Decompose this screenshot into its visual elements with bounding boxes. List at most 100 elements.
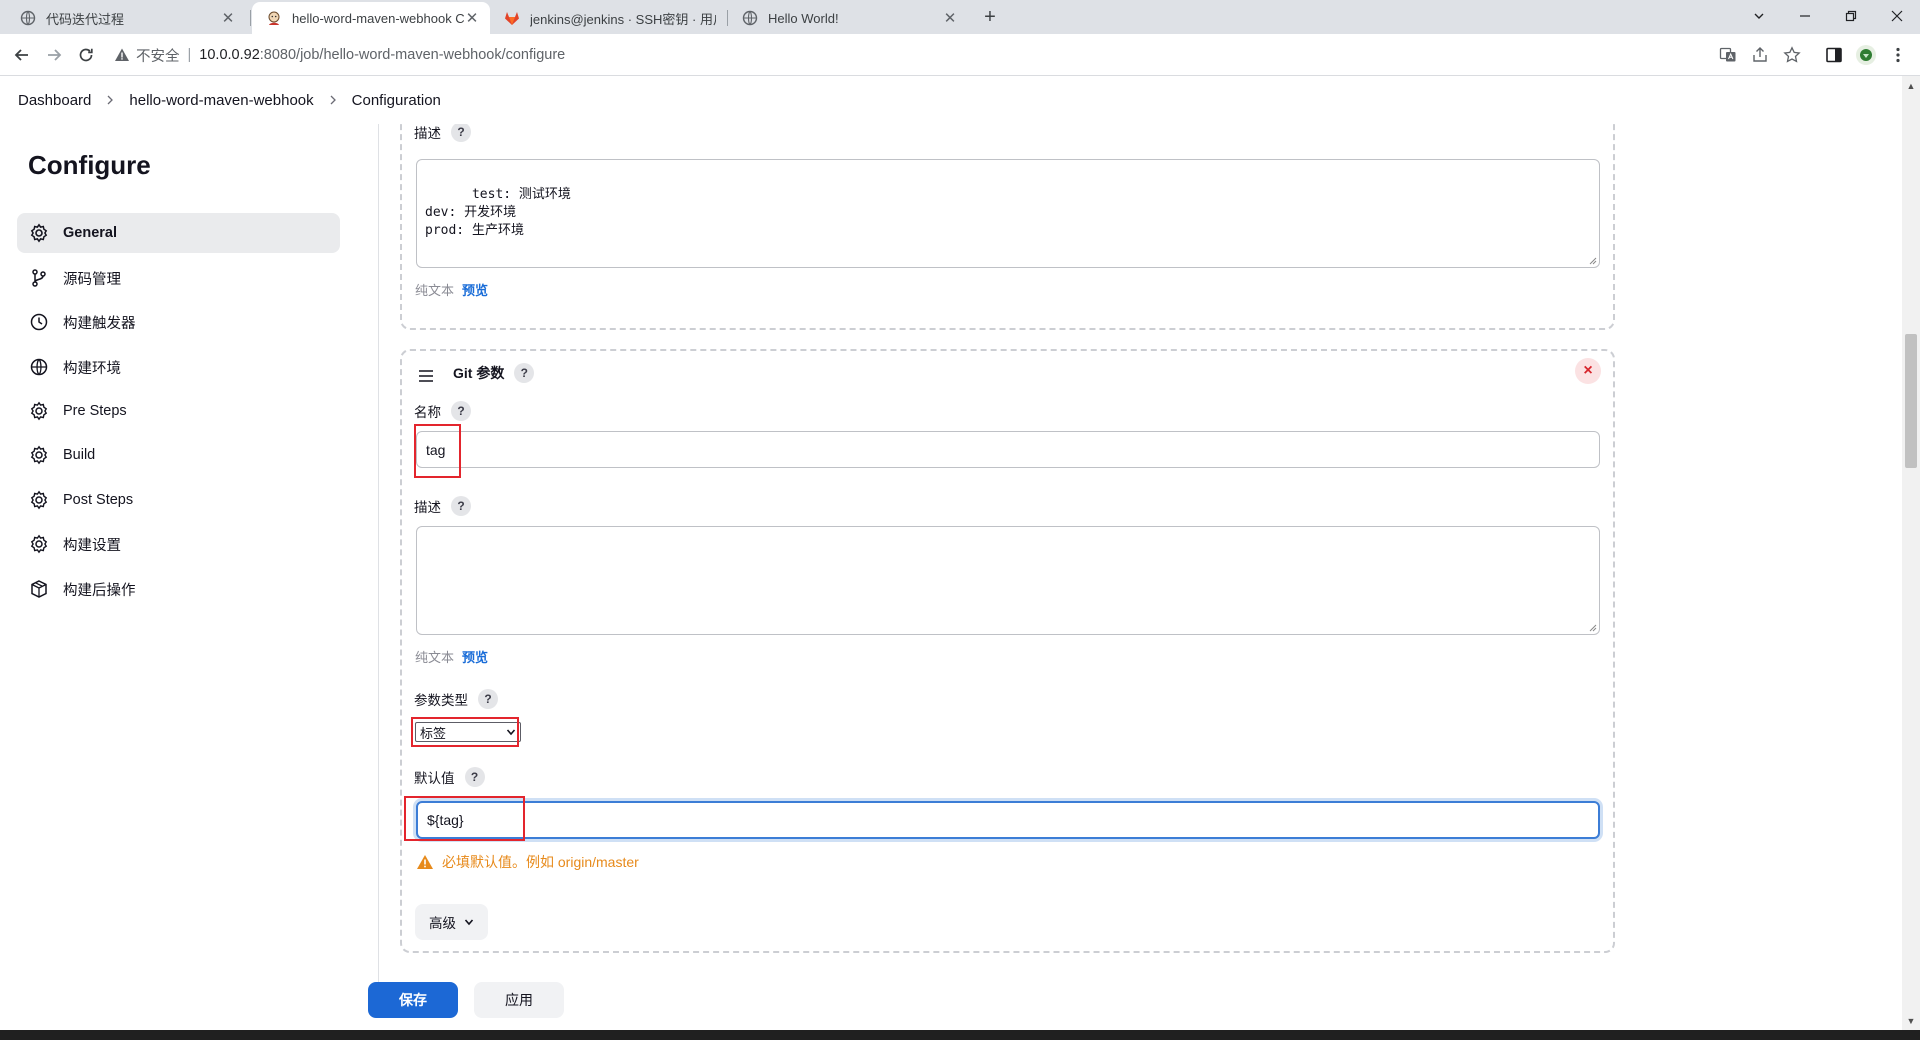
new-tab-button[interactable]: +	[976, 2, 1004, 32]
config-content: 描述 ? test: 测试环境 dev: 开发环境 prod: 生产环境 纯文本…	[379, 124, 1899, 1004]
side-panel-button[interactable]	[1822, 43, 1846, 67]
sidebar-item-label: 构建环境	[63, 360, 121, 377]
forward-button[interactable]	[42, 43, 66, 67]
browser-tab[interactable]: jenkins@jenkins · SSH密钥 · 用户设置	[490, 2, 726, 34]
globe-icon	[20, 10, 36, 26]
menu-button[interactable]	[1886, 43, 1910, 67]
scrollbar-thumb[interactable]	[1905, 334, 1917, 468]
side-panel-icon	[1826, 47, 1842, 63]
breadcrumb-item-configuration[interactable]: Configuration	[352, 92, 441, 109]
git-parameter-card: Git 参数 ? × 名称 ? tag 描述 ? 纯文本 预览 参数类型 ? 标…	[400, 349, 1615, 953]
git-parameter-header: Git 参数 ?	[453, 363, 535, 383]
help-icon[interactable]: ?	[451, 496, 471, 516]
minimize-icon	[1800, 15, 1810, 17]
address-divider: |	[187, 47, 192, 63]
browser-tab[interactable]: 代码迭代过程 ✕	[6, 2, 246, 34]
close-window-button[interactable]	[1874, 0, 1920, 32]
sidebar-item-post-build[interactable]: 构建后操作	[17, 569, 340, 609]
globe-icon	[29, 357, 49, 377]
sidebar-item-triggers[interactable]: 构建触发器	[17, 302, 340, 342]
browser-tab-active[interactable]: hello-word-maven-webhook Config ✕	[252, 2, 490, 34]
sidebar-item-label: General	[63, 225, 117, 241]
name-input[interactable]: tag	[416, 431, 1600, 468]
browser-tab-title: jenkins@jenkins · SSH密钥 · 用户设置	[530, 11, 716, 27]
plain-text-link[interactable]: 纯文本	[415, 647, 454, 666]
sidebar-item-pre-steps[interactable]: Pre Steps	[17, 391, 340, 431]
sidebar-item-post-steps[interactable]: Post Steps	[17, 480, 340, 520]
sidebar-item-build[interactable]: Build	[17, 435, 340, 475]
browser-tab-title: 代码迭代过程	[46, 11, 125, 27]
gitlab-icon	[505, 12, 519, 25]
browser-tab[interactable]: Hello World! ✕	[728, 2, 968, 34]
browser-tab-title: Hello World!	[768, 10, 839, 26]
sidebar-item-build-settings[interactable]: 构建设置	[17, 524, 340, 564]
browser-tab-strip: 代码迭代过程 ✕ hello-word-maven-webhook Config…	[0, 0, 1920, 34]
package-icon	[29, 579, 49, 599]
tab-search-button[interactable]	[1736, 0, 1782, 32]
clock-icon	[29, 312, 49, 332]
description-textarea[interactable]: test: 测试环境 dev: 开发环境 prod: 生产环境	[416, 159, 1600, 268]
advanced-button[interactable]: 高级	[415, 904, 488, 940]
browser-tab-title: hello-word-maven-webhook Config	[292, 10, 464, 26]
default-value-label: 默认值 ?	[414, 767, 485, 787]
gear-icon	[29, 534, 49, 554]
preview-link[interactable]: 预览	[462, 280, 488, 299]
help-icon[interactable]: ?	[514, 363, 535, 383]
gear-icon	[29, 223, 49, 243]
help-icon[interactable]: ?	[464, 767, 485, 787]
chevron-down-icon	[464, 919, 474, 926]
gear-icon	[29, 445, 49, 465]
preview-link[interactable]: 预览	[462, 647, 488, 666]
address-bar[interactable]: 不安全 | 10.0.0.92 :8080/job/hello-word-mav…	[108, 39, 1708, 71]
help-icon[interactable]: ?	[478, 689, 498, 709]
chevron-down-icon	[1754, 13, 1764, 19]
scroll-up-icon[interactable]: ▲	[1905, 80, 1917, 92]
restore-icon	[1845, 10, 1857, 22]
resize-grip-icon[interactable]	[1587, 622, 1597, 632]
save-button[interactable]: 保存	[368, 982, 458, 1018]
help-icon[interactable]: ?	[451, 124, 471, 142]
sidebar-item-environment[interactable]: 构建环境	[17, 347, 340, 387]
os-taskbar	[0, 1030, 1920, 1040]
restore-button[interactable]	[1828, 0, 1874, 32]
page-title: Configure	[28, 150, 151, 180]
delete-parameter-button[interactable]: ×	[1575, 358, 1601, 384]
close-tab-icon[interactable]: ✕	[464, 9, 480, 27]
sidebar-item-label: Post Steps	[63, 492, 134, 508]
resize-grip-icon[interactable]	[1587, 255, 1597, 265]
translate-icon	[1719, 47, 1736, 62]
sidebar-item-general[interactable]: General	[17, 213, 340, 253]
sidebar-item-label: 构建设置	[63, 537, 121, 554]
more-vertical-icon	[1896, 47, 1900, 63]
minimize-button[interactable]	[1782, 0, 1828, 32]
breadcrumb-item-job[interactable]: hello-word-maven-webhook	[129, 92, 313, 109]
description-format-links: 纯文本 预览	[415, 280, 488, 299]
jenkins-icon	[268, 11, 280, 25]
browser-toolbar: 不安全 | 10.0.0.92 :8080/job/hello-word-mav…	[0, 34, 1920, 76]
tab-divider	[250, 10, 251, 26]
highlight-box	[411, 717, 519, 747]
close-tab-icon[interactable]: ✕	[220, 9, 236, 27]
sidebar-item-scm[interactable]: 源码管理	[17, 258, 340, 298]
close-tab-icon[interactable]: ✕	[942, 9, 958, 27]
breadcrumb-item-dashboard[interactable]: Dashboard	[18, 92, 91, 109]
reload-button[interactable]	[74, 43, 98, 67]
scroll-down-icon[interactable]: ▼	[1905, 1015, 1917, 1027]
default-value-input[interactable]: ${tag}	[416, 801, 1600, 839]
share-button[interactable]	[1748, 43, 1772, 67]
bookmark-button[interactable]	[1780, 43, 1804, 67]
address-path: :8080/job/hello-word-maven-webhook/confi…	[259, 47, 566, 63]
sidebar-item-label: 构建后操作	[63, 582, 136, 599]
description-textarea[interactable]	[416, 526, 1600, 635]
globe-icon	[742, 10, 758, 26]
translate-button[interactable]	[1716, 43, 1740, 67]
description-label: 描述 ?	[414, 124, 471, 142]
plain-text-link[interactable]: 纯文本	[415, 280, 454, 299]
back-button[interactable]	[10, 43, 34, 67]
profile-button[interactable]	[1854, 43, 1878, 67]
help-icon[interactable]: ?	[451, 401, 471, 421]
apply-button[interactable]: 应用	[474, 982, 564, 1018]
drag-handle-icon[interactable]	[418, 369, 434, 383]
sidebar-item-label: 源码管理	[63, 271, 121, 288]
page-scrollbar[interactable]	[1902, 76, 1920, 1030]
